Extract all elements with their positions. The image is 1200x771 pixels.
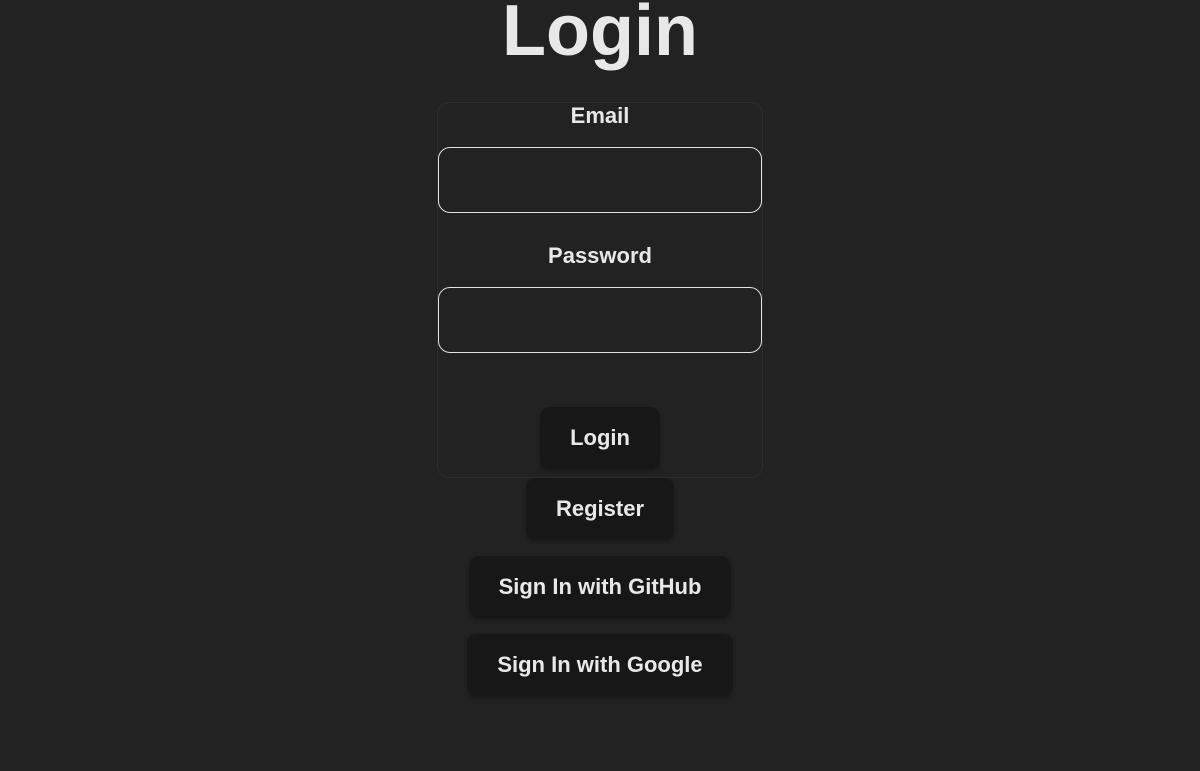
email-label: Email [571, 103, 630, 129]
page-title: Login [502, 0, 698, 72]
password-input[interactable] [438, 287, 762, 353]
login-card: Email Password Login [437, 102, 763, 478]
email-field-group: Email [438, 103, 762, 213]
register-button[interactable]: Register [526, 478, 674, 540]
login-form: Email Password Login Register Sign In wi… [437, 102, 763, 712]
actions-group: Register Sign In with GitHub Sign In wit… [467, 478, 732, 712]
login-button[interactable]: Login [540, 407, 660, 469]
password-label: Password [548, 243, 652, 269]
google-signin-button[interactable]: Sign In with Google [467, 634, 732, 696]
email-input[interactable] [438, 147, 762, 213]
github-signin-button[interactable]: Sign In with GitHub [469, 556, 732, 618]
password-field-group: Password [438, 243, 762, 353]
